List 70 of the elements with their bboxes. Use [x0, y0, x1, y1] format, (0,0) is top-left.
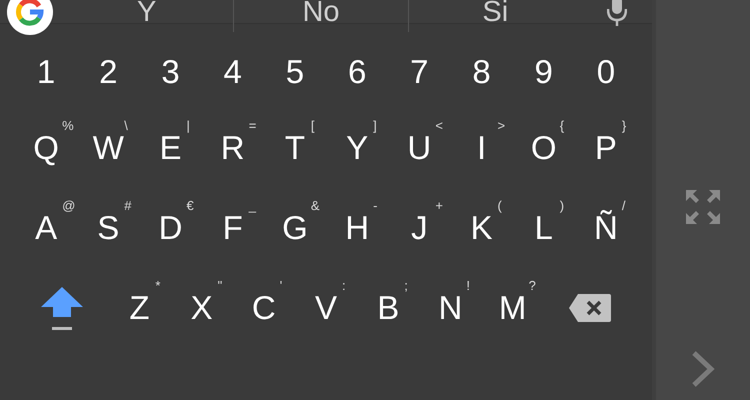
key[interactable]: 3 [139, 36, 202, 108]
key[interactable]: S # [77, 188, 140, 268]
key-hint: \ [124, 118, 128, 133]
key-hint: ] [373, 118, 377, 133]
key-hint: | [186, 118, 190, 133]
key-hint: % [62, 118, 74, 133]
backspace-icon [568, 293, 612, 323]
key[interactable]: 1 [15, 36, 78, 108]
key[interactable]: W \ [77, 108, 140, 188]
key[interactable]: Q % [15, 108, 78, 188]
key[interactable]: 7 [388, 36, 450, 108]
key-hint: ; [404, 278, 408, 293]
google-logo[interactable] [7, 0, 53, 34]
key[interactable]: Z * [108, 268, 170, 348]
key[interactable]: U < [388, 108, 450, 188]
key-hint: : [342, 278, 346, 293]
key[interactable]: V : [294, 268, 358, 348]
key-hint: / [622, 198, 626, 213]
key[interactable]: 0 [574, 36, 638, 108]
key-hint: + [435, 198, 443, 213]
key-hint: ? [528, 278, 536, 293]
key[interactable]: E | [139, 108, 202, 188]
key[interactable]: H - [326, 188, 388, 268]
key-hint: > [498, 118, 506, 133]
key[interactable]: K ( [450, 188, 513, 268]
key-hint: ! [466, 278, 470, 293]
key[interactable]: 9 [512, 36, 575, 108]
key-hint: * [155, 278, 160, 293]
key[interactable]: A @ [15, 188, 78, 268]
key-hint: € [186, 198, 194, 213]
key-hint: # [124, 198, 132, 213]
key[interactable]: J + [388, 188, 450, 268]
key-hint: _ [248, 198, 256, 213]
key[interactable]: Y ] [326, 108, 388, 188]
key[interactable]: T [ [264, 108, 326, 188]
key-hint: ) [560, 198, 564, 213]
key[interactable]: R = [202, 108, 264, 188]
key[interactable]: N ! [419, 268, 482, 348]
key[interactable]: D € [139, 188, 202, 268]
key[interactable]: F _ [202, 188, 264, 268]
key-hint: @ [62, 198, 76, 213]
key[interactable]: 8 [450, 36, 513, 108]
key[interactable]: M ? [482, 268, 544, 348]
key-hint: - [373, 198, 378, 213]
key[interactable]: Ñ / [574, 188, 638, 268]
key[interactable]: 5 [264, 36, 326, 108]
key-hint: ' [280, 278, 282, 293]
key-hint: { [560, 118, 564, 133]
key[interactable]: I > [450, 108, 513, 188]
suggestion[interactable]: Y [60, 0, 234, 32]
key-hint: < [435, 118, 443, 133]
key[interactable]: L ) [512, 188, 575, 268]
suggestion[interactable]: No [233, 0, 408, 32]
key[interactable]: 6 [326, 36, 388, 108]
microphone-icon[interactable] [607, 0, 627, 28]
key-hint: & [310, 198, 320, 213]
key-hint: } [622, 118, 626, 133]
key[interactable]: B ; [357, 268, 420, 348]
key[interactable]: G & [264, 188, 326, 268]
key-hint: [ [310, 118, 315, 133]
key[interactable]: 2 [77, 36, 140, 108]
expand-icon[interactable] [684, 188, 722, 226]
key[interactable]: 4 [202, 36, 264, 108]
key-hint: = [248, 118, 256, 133]
key[interactable]: O { [512, 108, 575, 188]
key[interactable]: X " [170, 268, 233, 348]
key-hint: ( [498, 198, 502, 213]
key[interactable]: P } [574, 108, 638, 188]
key[interactable]: C ' [232, 268, 295, 348]
key-hint: " [218, 278, 222, 293]
